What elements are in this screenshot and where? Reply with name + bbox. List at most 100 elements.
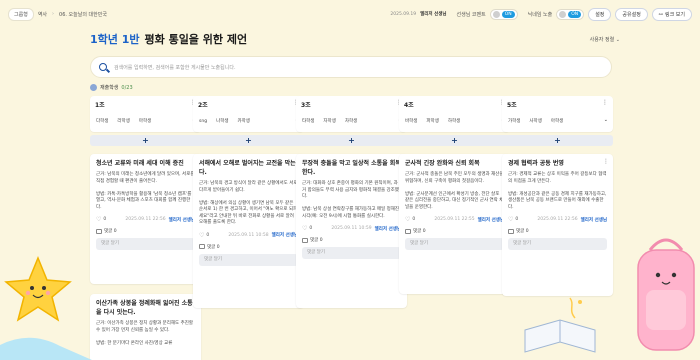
column-header: 3조 ⋮ 타학생 자학생 차학생 ⌄ [296,96,407,132]
post-body: 근거: 남북의 미래는 청소년에게 달려 있으며, 서로를 직접 경험할 때 편… [96,172,195,210]
column-title: 3조 [301,102,311,109]
settings-button[interactable]: 설정 [588,7,612,21]
post-card[interactable]: ⋮ 경제 협력과 공동 번영 근거: 경제적 교류는 상호 이익을 주어 갈등보… [502,154,613,296]
link-view-button[interactable]: ⚯ 링크 보기 [651,7,692,21]
post-body: 근거: 군사적 충돌은 남북 주민 모두의 생명과 재산을 위협하며, 신뢰 구… [405,172,504,210]
add-post-button[interactable]: + [296,135,407,146]
comment-input[interactable]: 댓글 달기 [508,238,607,250]
comment-count: 댓글 0 [104,229,117,234]
member-tag: sng [199,118,208,124]
like-count: 0 [206,232,210,238]
search-icon [99,63,107,71]
post-title: 서해에서 오해로 벌어지는 교전을 막는다. [199,160,296,176]
post-card[interactable]: 청소년 교류와 미래 세대 이해 증진 근거: 남북의 미래는 청소년에게 달려… [90,154,201,284]
column-4: 4조 ⋮ 바학생 파학생 하학생 ⌄ + ⋮ 군사적 긴장 완화와 신뢰 회복 … [399,96,510,360]
post-card[interactable]: ⋮ 무장적 충돌을 막고 일상적 소통을 회복한다. 근거: 대화와 상호 존중… [296,154,407,308]
board-author: 엘리저 선생님 [420,12,447,17]
breadcrumb-item[interactable]: 그룹형 [8,7,34,21]
chevron-down-icon[interactable]: ⌄ [604,117,608,123]
star-mascot-illustration [0,256,92,360]
search-bar[interactable]: 검색어를 입력하면, 검색어를 포함한 게시물만 노출됩니다. [90,56,612,78]
teacher-comment-label: 선생님 코멘트 [456,11,486,18]
heart-icon[interactable]: ♡ [405,216,410,223]
search-input[interactable]: 검색어를 입력하면, 검색어를 포함한 게시물만 노출됩니다. [114,64,236,71]
heart-icon[interactable]: ♡ [302,225,307,232]
add-post-button[interactable]: + [90,135,201,146]
toggle-state: ON [501,10,515,18]
column-3: 3조 ⋮ 타학생 자학생 차학생 ⌄ + ⋮ 무장적 충돌을 막고 일상적 소통… [296,96,407,360]
column-1: 1조 ⋮ 다학생 라학생 마학생 ⌄ + 청소년 교류와 미래 세대 이해 증진… [90,96,201,360]
column-2: 2조 ⋮ sng 나학생 카학생 ⌄ + ⋮ 서해에서 오해로 벌어지는 교전을… [193,96,304,360]
post-footer: ♡ 0 2025.09.11 22:56 엘리저 선생님 [508,216,607,223]
post-date: 2025.09.11 22:55 [434,217,475,222]
comment-icon [199,244,205,249]
more-icon[interactable]: ⋮ [603,158,609,165]
post-body: 근거: 경제적 교류는 상호 이익을 주어 갈등보다 협력의 이점을 크게 만든… [508,172,607,210]
link-view-label: 링크 보기 [665,11,685,18]
comment-count: 댓글 0 [413,229,426,234]
post-footer: ♡ 0 2025.09.11 22:55 엘리저 선생님 [405,216,504,223]
member-tag: 하학생 [447,119,461,124]
like-count: 0 [103,217,107,222]
comment-count-row[interactable]: 댓글 0 [508,228,607,234]
share-settings-button[interactable]: 공유설정 [615,7,648,21]
user-icon [90,84,97,91]
board-date: 2025.09.19 [390,11,417,17]
member-tag: 마학생 [138,119,152,124]
post-title: 군사적 긴장 완화와 신뢰 회복 [405,160,480,167]
member-tags: 가학생 사학생 아학생 [506,117,565,125]
student-count-row: 재출학생 0/23 [90,84,133,91]
member-tag: 라학생 [117,119,130,124]
comment-icon [302,237,308,243]
post-card[interactable]: ⋮ 군사적 긴장 완화와 신뢰 회복 근거: 군사적 충돌은 남북 주민 모두의… [399,154,510,294]
comment-input[interactable]: 댓글 달기 [199,253,298,266]
member-tags: sng 나학생 카학생 [197,117,252,125]
column-header: 4조 ⋮ 바학생 파학생 하학생 ⌄ [399,96,510,132]
member-tag: 다학생 [96,119,109,124]
column-header: 1조 ⋮ 다학생 라학생 마학생 ⌄ [90,96,201,132]
breadcrumb-item[interactable]: 역사 [37,9,48,20]
post-title: 경제 협력과 공동 번영 [508,160,564,167]
member-tag: 차학생 [344,119,358,124]
post-footer: ♡ 0 2025.09.11 10:59 엘리저 선생님 [302,225,401,232]
member-tag: 파학생 [426,119,439,124]
heart-icon[interactable]: ♡ [96,216,101,223]
like-count: 0 [515,217,519,222]
sort-label: 사용자 정렬 [589,36,615,43]
comment-count-row[interactable]: 댓글 0 [199,244,298,250]
class-name: 1학년 1반 [90,33,140,46]
member-tag: 가학생 [508,119,521,124]
add-post-button[interactable]: + [193,135,304,146]
nickname-toggle[interactable]: ON [556,8,585,20]
breadcrumb-item[interactable]: 06. 오늘날의 대한민국 [58,9,108,20]
comment-icon [508,228,514,234]
comment-count-row[interactable]: 댓글 0 [302,237,401,243]
student-label: 재출학생 [100,85,119,91]
comment-input[interactable]: 댓글 달기 [96,238,195,250]
post-card[interactable]: ⋮ 서해에서 오해로 벌어지는 교전을 막는다. 근거: 남북의 경고 방식이 … [193,154,304,308]
sort-dropdown[interactable]: 사용자 정렬 ⌄ [590,36,620,43]
board-title: 평화 통일을 위한 제언 [144,33,248,46]
heart-icon[interactable]: ♡ [199,232,204,239]
comment-count-row[interactable]: 댓글 0 [405,228,504,234]
column-header: 5조 ⋮ 가학생 사학생 아학생 ⌄ [502,96,613,132]
teacher-comment-toggle[interactable]: ON [489,8,518,20]
comment-count: 댓글 0 [516,229,529,234]
comment-input[interactable]: 댓글 달기 [405,238,504,250]
add-post-button[interactable]: + [399,135,510,146]
post-body: 근거: 남북의 경고 방식이 달라 같은 상황에서도 서로 다르게 받아들이기 … [199,181,298,225]
link-icon: ⚯ [658,11,663,18]
post-footer: ♡ 0 2025.09.11 10:58 엘리저 선생님 [199,232,298,239]
comment-count-row[interactable]: 댓글 0 [96,228,195,234]
comment-count: 댓글 0 [207,244,220,250]
member-tag: 아학생 [550,119,564,124]
breadcrumb: 그룹형 역사 › 06. 오늘날의 대한민국 [8,7,108,21]
heart-icon[interactable]: ♡ [508,216,513,223]
more-icon[interactable]: ⋮ [602,99,608,106]
post-card[interactable]: 이산가족 상봉을 정례화해 잃어진 소통을 다시 잇는다. 근거: 이산가족 상… [90,294,201,360]
comment-input[interactable]: 댓글 달기 [302,247,401,259]
comment-icon [96,228,102,234]
member-tag: 나학생 [216,119,229,124]
backpack-illustration [637,238,695,351]
add-post-button[interactable]: + [502,135,613,146]
